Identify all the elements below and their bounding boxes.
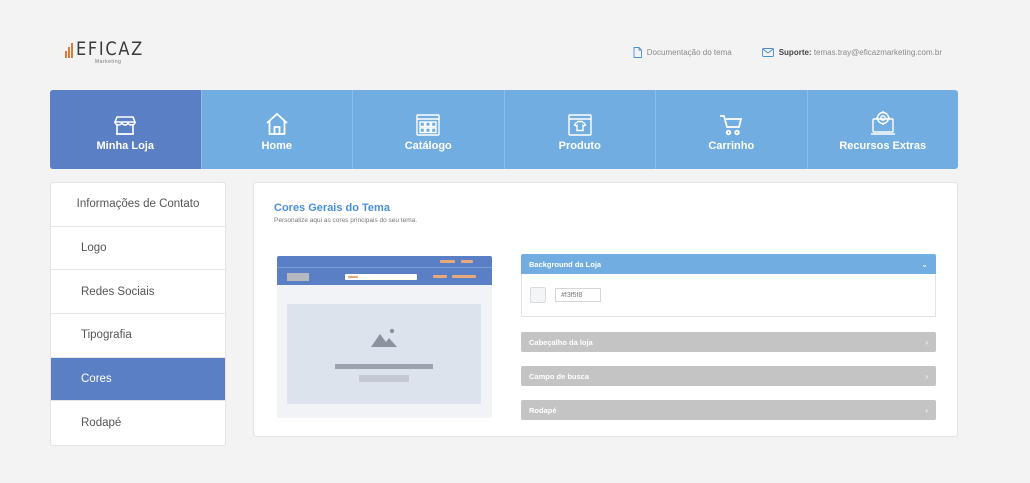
- page-subtitle: Personalize aqui as cores principais do …: [274, 217, 418, 224]
- nav-label-minha-loja: Minha Loja: [96, 139, 154, 152]
- mail-icon: [761, 48, 774, 57]
- sidebar-item-tipografia[interactable]: Tipografia: [51, 314, 225, 358]
- support-link[interactable]: Suporte: temas.tray@eficazmarketing.com.…: [761, 48, 942, 57]
- cart-icon: [719, 108, 743, 136]
- nav-item-carrinho[interactable]: Carrinho: [656, 90, 808, 169]
- accordion-header-cabecalho[interactable]: Cabeçalho da loja ›: [521, 332, 936, 352]
- main-nav: Minha Loja Home Catálogo Produto Carrinh…: [50, 90, 958, 169]
- preview-search: [345, 274, 417, 280]
- accordion-cabecalho: Cabeçalho da loja ›: [521, 332, 936, 352]
- docs-link-label: Documentação do tema: [646, 48, 732, 57]
- nav-label-carrinho: Carrinho: [708, 139, 755, 152]
- page-title: Cores Gerais do Tema: [274, 202, 390, 214]
- document-icon: [633, 47, 642, 58]
- nav-label-home: Home: [261, 139, 293, 152]
- extras-icon: [870, 108, 896, 136]
- accordion-title-rodape: Rodapé: [529, 405, 557, 415]
- support-email: temas.tray@eficazmarketing.com.br: [813, 48, 942, 57]
- color-hex-input[interactable]: [555, 288, 601, 302]
- preview-topbar: [277, 256, 492, 267]
- accordion-title-campo-busca: Campo de busca: [529, 371, 590, 381]
- image-placeholder-icon: [371, 328, 397, 347]
- accordion-body-background: [521, 274, 936, 317]
- accordion-title-background: Background da Loja: [529, 259, 602, 269]
- sidebar-item-informacoes-contato[interactable]: Informações de Contato: [51, 183, 225, 227]
- accordion-background: Background da Loja ⌄: [521, 254, 936, 317]
- theme-preview: [277, 256, 492, 418]
- sidebar-item-rodape[interactable]: Rodapé: [51, 401, 225, 445]
- accordion-header-campo-busca[interactable]: Campo de busca ›: [521, 366, 936, 386]
- chevron-down-icon: ⌄: [921, 259, 928, 269]
- brand-name: EFICAZ: [76, 38, 144, 60]
- accordion-rodape: Rodapé ›: [521, 400, 936, 420]
- home-icon: [265, 108, 289, 136]
- settings-sidebar: Informações de Contato Logo Redes Sociai…: [50, 182, 226, 447]
- store-icon: [114, 108, 137, 136]
- accordion-campo-busca: Campo de busca ›: [521, 366, 936, 386]
- colors-panel: Cores Gerais do Tema Personalize aqui as…: [253, 182, 958, 437]
- color-swatch[interactable]: [530, 287, 546, 303]
- catalog-icon: [416, 108, 440, 136]
- brand-logo[interactable]: EFICAZ Marketing: [65, 40, 156, 65]
- chevron-right-icon: ›: [925, 405, 928, 415]
- accordion-header-rodape[interactable]: Rodapé ›: [521, 400, 936, 420]
- sidebar-item-cores[interactable]: Cores: [51, 357, 225, 402]
- sidebar-item-redes-sociais[interactable]: Redes Sociais: [51, 270, 225, 315]
- nav-label-recursos-extras: Recursos Extras: [839, 139, 927, 152]
- nav-item-recursos-extras[interactable]: Recursos Extras: [808, 90, 959, 169]
- accordion-title-cabecalho: Cabeçalho da loja: [529, 337, 593, 347]
- support-label: Suporte:: [778, 48, 812, 57]
- sidebar-item-logo[interactable]: Logo: [51, 227, 225, 271]
- preview-logo: [287, 273, 309, 281]
- nav-item-home[interactable]: Home: [202, 90, 353, 169]
- preview-content: [287, 304, 481, 404]
- accordion-header-background[interactable]: Background da Loja ⌄: [521, 254, 936, 274]
- nav-label-produto: Produto: [558, 139, 601, 152]
- chevron-right-icon: ›: [925, 371, 928, 381]
- chevron-right-icon: ›: [925, 337, 928, 347]
- logo-bars-icon: [65, 42, 73, 58]
- nav-label-catalogo: Catálogo: [404, 139, 452, 152]
- nav-item-minha-loja[interactable]: Minha Loja: [50, 90, 202, 169]
- nav-item-produto[interactable]: Produto: [505, 90, 656, 169]
- preview-header: [277, 267, 492, 285]
- product-icon: [568, 108, 592, 136]
- nav-item-catalogo[interactable]: Catálogo: [353, 90, 505, 169]
- docs-link[interactable]: Documentação do tema: [633, 47, 732, 58]
- top-links: Documentação do tema Suporte: temas.tray…: [633, 47, 942, 58]
